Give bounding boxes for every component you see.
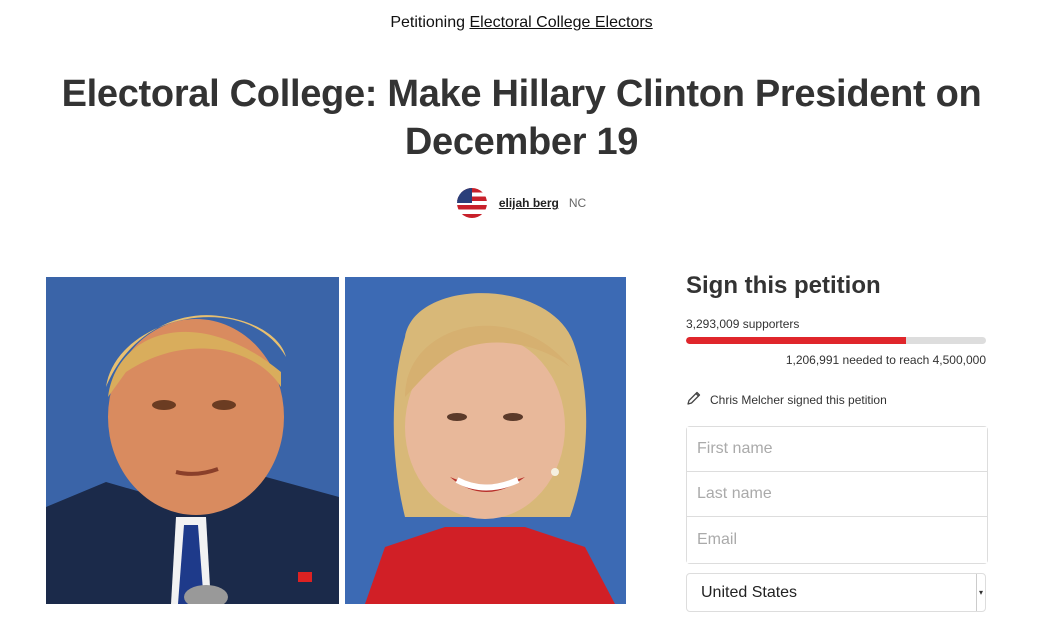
petition-target-link[interactable]: Electoral College Electors bbox=[469, 14, 652, 31]
trump-photo bbox=[46, 277, 339, 604]
sign-petition-heading: Sign this petition bbox=[686, 272, 881, 299]
signature-form bbox=[686, 426, 988, 564]
last-name-input[interactable] bbox=[687, 472, 987, 517]
clinton-photo bbox=[345, 277, 626, 604]
petitioning-line: Petitioning Electoral College Electors bbox=[0, 14, 1043, 32]
email-input[interactable] bbox=[687, 517, 987, 563]
pencil-icon bbox=[686, 390, 702, 409]
select-arrow-icon[interactable]: ▾ bbox=[976, 574, 985, 611]
country-value: United States bbox=[701, 583, 798, 601]
recent-signer-text: Chris Melcher signed this petition bbox=[710, 392, 887, 407]
first-name-input[interactable] bbox=[687, 427, 987, 472]
supporter-count: 3,293,009 supporters bbox=[686, 317, 800, 331]
author-name-link[interactable]: elijah berg bbox=[499, 196, 559, 210]
author-avatar[interactable] bbox=[456, 188, 487, 218]
author-location: NC bbox=[568, 196, 587, 210]
petition-title: Electoral College: Make Hillary Clinton … bbox=[61, 73, 982, 163]
progress-fill bbox=[686, 337, 906, 344]
signatures-needed: 1,206,991 needed to reach 4,500,000 bbox=[785, 353, 986, 367]
author-info: elijah berg NC bbox=[0, 187, 1043, 219]
country-select[interactable]: United States ▾ bbox=[686, 573, 986, 612]
petition-image bbox=[46, 277, 626, 604]
signature-progress-bar bbox=[686, 337, 986, 344]
recent-signer: Chris Melcher signed this petition bbox=[686, 390, 887, 409]
petitioning-prefix: Petitioning bbox=[390, 14, 466, 31]
